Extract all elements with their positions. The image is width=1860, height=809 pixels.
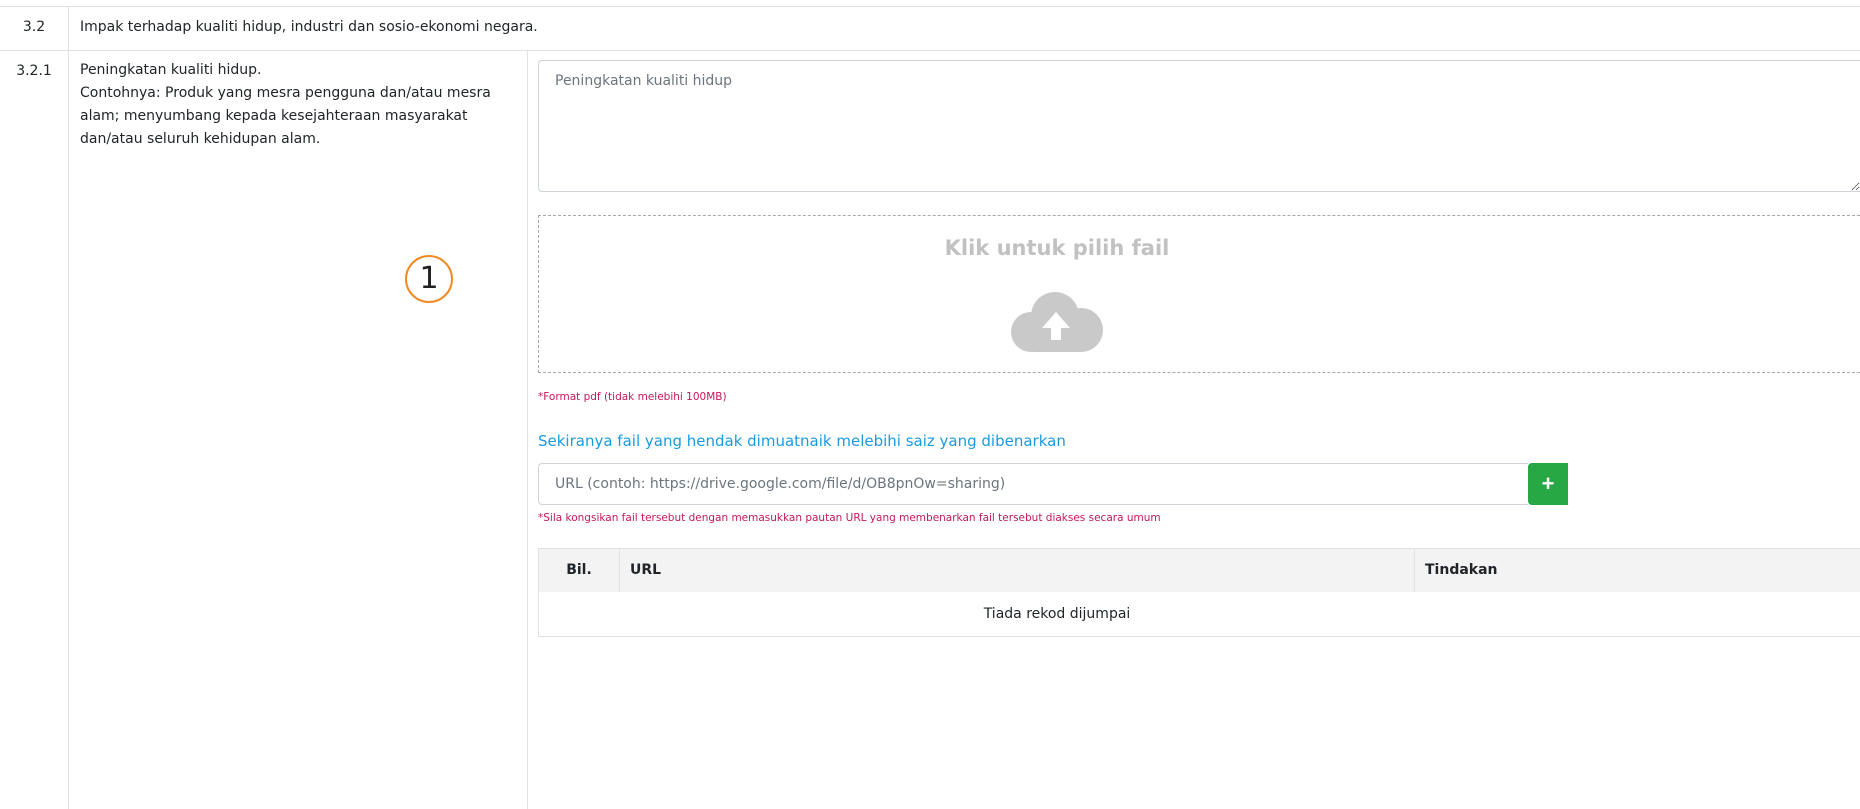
row-divider — [0, 50, 1860, 51]
item-description-line: Contohnya: Produk yang mesra pengguna da… — [80, 85, 491, 101]
column-header-url: URL — [630, 562, 662, 578]
section-number: 3.2 — [22, 19, 46, 35]
url-table-header: Bil. URL Tindakan — [538, 548, 1860, 593]
share-note: *Sila kongsikan fail tersebut dengan mem… — [538, 512, 1161, 524]
annotation-marker: 1 — [405, 255, 453, 303]
row-divider — [0, 6, 1860, 7]
item-description-line: dan/atau seluruh kehidupan alam. — [80, 131, 321, 147]
item-number: 3.2.1 — [16, 63, 52, 79]
section-title: Impak terhadap kualiti hidup, industri d… — [80, 19, 538, 35]
url-table-body: Tiada rekod dijumpai — [538, 592, 1860, 637]
empty-state-text: Tiada rekod dijumpai — [983, 606, 1131, 622]
column-separator — [619, 549, 620, 592]
column-header-tindakan: Tindakan — [1425, 562, 1498, 578]
item-description-line: Peningkatan kualiti hidup. — [80, 62, 262, 78]
url-input[interactable] — [538, 463, 1528, 505]
column-divider — [68, 6, 69, 809]
answer-textarea[interactable] — [538, 60, 1860, 192]
item-description-line: alam; menyumbang kepada kesejahteraan ma… — [80, 108, 468, 124]
form-page: 3.2 Impak terhadap kualiti hidup, indust… — [0, 0, 1860, 809]
add-url-button[interactable]: + — [1528, 463, 1568, 505]
column-separator — [1414, 549, 1415, 592]
file-dropzone[interactable]: Klik untuk pilih fail — [538, 215, 1860, 373]
cloud-upload-icon — [1011, 292, 1103, 352]
column-header-bil: Bil. — [566, 562, 592, 578]
column-divider — [527, 50, 528, 809]
dropzone-title: Klik untuk pilih fail — [944, 236, 1170, 260]
format-note: *Format pdf (tidak melebihi 100MB) — [538, 391, 727, 403]
url-hint: Sekiranya fail yang hendak dimuatnaik me… — [538, 432, 1066, 450]
